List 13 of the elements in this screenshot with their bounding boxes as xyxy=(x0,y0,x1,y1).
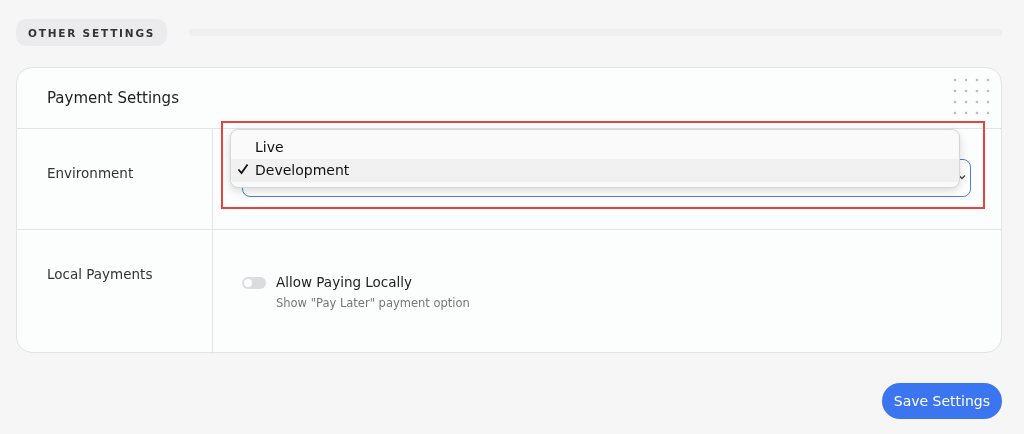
chevron-down-icon xyxy=(958,174,966,180)
toggle-description: Show "Pay Later" payment option xyxy=(276,296,470,310)
row-label: Environment xyxy=(47,165,134,181)
checkmark-icon xyxy=(237,163,249,176)
dropdown-option[interactable]: Live xyxy=(231,135,959,159)
save-button[interactable]: Save Settings xyxy=(881,383,1002,419)
toggle-switch[interactable] xyxy=(242,277,266,289)
dropdown-option[interactable]: Development xyxy=(231,158,959,182)
section-title: OTHER SETTINGS xyxy=(16,19,168,46)
toggle-label: Allow Paying Locally xyxy=(276,274,414,290)
card-title: Payment Settings xyxy=(47,89,179,107)
dot-grid-drawing xyxy=(953,78,991,116)
row-label: Local Payments xyxy=(47,266,153,282)
